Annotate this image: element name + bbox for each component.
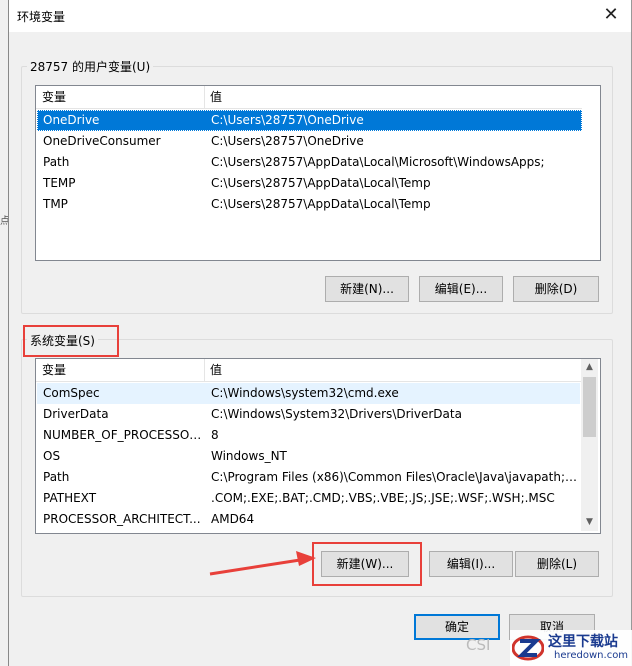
user-variables-label: 28757 的用户变量(U) <box>27 58 154 75</box>
watermark-logo-icon <box>512 635 544 661</box>
variable-name: OneDriveConsumer <box>43 134 161 148</box>
list-item[interactable]: Path C:\Users\28757\AppData\Local\Microso… <box>37 152 582 173</box>
column-header-variable[interactable]: 变量 <box>36 359 204 381</box>
list-item[interactable]: Path C:\Program Files (x86)\Common Files\… <box>37 467 580 488</box>
user-edit-button[interactable]: 编辑(E)... <box>419 276 503 302</box>
list-item[interactable]: OneDriveConsumer C:\Users\28757\OneDrive <box>37 131 582 152</box>
variable-name: PROCESSOR_ARCHITECT... <box>43 512 201 526</box>
system-edit-button[interactable]: 编辑(I)... <box>429 551 513 577</box>
list-item[interactable]: NUMBER_OF_PROCESSORS 8 <box>37 425 580 446</box>
variable-name: Path <box>43 155 70 169</box>
variable-value: .COM;.EXE;.BAT;.CMD;.VBS;.VBE;.JS;.JSE;.… <box>211 491 555 505</box>
scrollbar-thumb[interactable] <box>583 377 596 437</box>
list-item[interactable]: TMP C:\Users\28757\AppData\Local\Temp <box>37 194 582 215</box>
list-item[interactable]: ComSpec C:\Windows\system32\cmd.exe <box>37 383 580 404</box>
annotation-button-box <box>312 542 422 586</box>
variable-name: ComSpec <box>43 386 100 400</box>
system-list-header: 变量 值 <box>36 359 582 382</box>
variable-value: AMD64 <box>211 512 255 526</box>
list-item[interactable]: OneDrive C:\Users\28757\OneDrive <box>37 110 582 131</box>
scroll-up-icon[interactable]: ▲ <box>581 359 598 376</box>
background-window-edge: 点 <box>0 0 10 666</box>
variable-value: C:\Windows\System32\Drivers\DriverData <box>211 407 462 421</box>
variable-value: C:\Windows\system32\cmd.exe <box>211 386 399 400</box>
list-item[interactable]: TEMP C:\Users\28757\AppData\Local\Temp <box>37 173 582 194</box>
column-header-value[interactable]: 值 <box>204 359 582 381</box>
variable-value: C:\Program Files (x86)\Common Files\Orac… <box>211 470 579 484</box>
system-variables-list[interactable]: 变量 值 ComSpec C:\Windows\system32\cmd.exe D… <box>35 358 601 534</box>
user-new-button[interactable]: 新建(N)... <box>325 276 409 302</box>
variable-name: PATHEXT <box>43 491 97 505</box>
environment-variables-dialog: 环境变量 ✕ 28757 的用户变量(U) 变量 值 OneDrive C:\Us… <box>8 0 632 666</box>
watermark-partial-text: CSI <box>466 636 491 654</box>
variable-value: C:\Users\28757\OneDrive <box>211 134 364 148</box>
variable-name: OneDrive <box>43 113 100 127</box>
list-item[interactable]: DriverData C:\Windows\System32\Drivers\Dr… <box>37 404 580 425</box>
variable-value: C:\Users\28757\AppData\Local\Microsoft\W… <box>211 155 545 169</box>
watermark-title: 这里下载站 <box>548 634 618 650</box>
variable-value: 8 <box>211 428 219 442</box>
variable-value: Windows_NT <box>211 449 287 463</box>
variable-value: C:\Users\28757\AppData\Local\Temp <box>211 176 431 190</box>
scroll-down-icon[interactable]: ▼ <box>581 514 598 531</box>
vertical-scrollbar[interactable]: ▲ ▼ <box>581 359 598 531</box>
title-bar: 环境变量 ✕ <box>9 0 631 32</box>
list-item[interactable]: OS Windows_NT <box>37 446 580 467</box>
watermark: 这里下载站 heredown.com <box>510 630 632 666</box>
variable-name: Path <box>43 470 70 484</box>
variable-name: TMP <box>43 197 68 211</box>
variable-value: C:\Users\28757\AppData\Local\Temp <box>211 197 431 211</box>
watermark-subtitle: heredown.com <box>554 650 629 661</box>
variable-name: NUMBER_OF_PROCESSORS <box>43 428 205 442</box>
variable-name: DriverData <box>43 407 109 421</box>
column-header-value[interactable]: 值 <box>204 86 582 108</box>
column-header-variable[interactable]: 变量 <box>36 86 204 108</box>
variable-name: OS <box>43 449 61 463</box>
window-title: 环境变量 <box>17 10 66 24</box>
user-list-header: 变量 值 <box>36 86 582 109</box>
system-delete-button[interactable]: 删除(L) <box>515 551 599 577</box>
annotation-highlight-box <box>23 325 119 357</box>
user-variables-list[interactable]: 变量 值 OneDrive C:\Users\28757\OneDrive OneD… <box>35 85 601 261</box>
user-delete-button[interactable]: 删除(D) <box>513 276 599 302</box>
variable-value: C:\Users\28757\OneDrive <box>211 113 364 127</box>
list-item[interactable]: PATHEXT .COM;.EXE;.BAT;.CMD;.VBS;.VBE;.JS… <box>37 488 580 509</box>
close-icon[interactable]: ✕ <box>601 5 621 25</box>
list-item[interactable]: PROCESSOR_ARCHITECT... AMD64 <box>37 509 580 530</box>
variable-name: TEMP <box>43 176 76 190</box>
